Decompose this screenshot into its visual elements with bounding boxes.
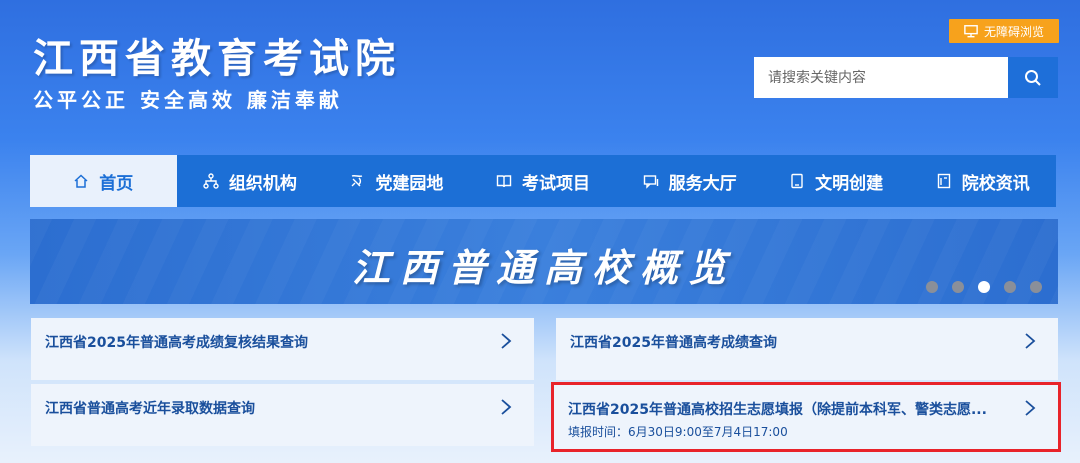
chevron-right-icon	[501, 333, 512, 349]
link-card-score-query[interactable]: 江西省2025年普通高考成绩查询	[556, 318, 1058, 380]
service-icon	[643, 175, 658, 189]
card-title: 江西省2025年普通高校招生志愿填报（除提前本科军、警类志愿...	[568, 402, 987, 418]
link-card-application-filing[interactable]: 江西省2025年普通高校招生志愿填报（除提前本科军、警类志愿... 填报时间：6…	[551, 382, 1061, 452]
nav-label: 首页	[99, 173, 134, 194]
link-card-score-review[interactable]: 江西省2025年普通高考成绩复核结果查询	[31, 318, 534, 380]
monitor-icon	[964, 25, 978, 38]
banner[interactable]: 江西普通高校概览	[30, 219, 1058, 304]
home-icon	[74, 174, 88, 188]
card-subtitle: 填报时间：6月30日9:00至7月4日17:00	[568, 425, 788, 439]
tablet-icon	[791, 173, 803, 189]
search-button[interactable]	[1008, 57, 1058, 98]
nav-item-exams[interactable]: 考试项目	[470, 155, 617, 207]
carousel-dot[interactable]	[1004, 281, 1016, 293]
card-title: 江西省2025年普通高考成绩查询	[570, 335, 777, 351]
book-icon	[496, 175, 512, 188]
card-title: 江西省普通高考近年录取数据查询	[45, 401, 255, 417]
carousel-dots	[926, 281, 1042, 293]
nav-label: 考试项目	[522, 173, 591, 194]
site-title[interactable]: 江西省教育考试院	[33, 26, 401, 84]
carousel-dot-active[interactable]	[978, 281, 990, 293]
search-box	[754, 57, 1058, 98]
accessibility-label: 无障碍浏览	[983, 24, 1044, 39]
nav-label: 党建园地	[375, 173, 444, 194]
document-icon	[937, 173, 950, 189]
site-header: 江西省教育考试院 公平公正 安全高效 廉洁奉献 无障碍浏览	[0, 0, 1080, 150]
search-icon	[1025, 69, 1041, 86]
nav-item-services[interactable]: 服务大厅	[616, 155, 763, 207]
nav-item-home[interactable]: 首页	[30, 155, 177, 207]
nav-label: 文明创建	[815, 173, 884, 194]
nav-label: 组织机构	[228, 173, 297, 194]
chevron-right-icon	[1025, 400, 1036, 416]
link-card-admission-data[interactable]: 江西省普通高考近年录取数据查询	[31, 384, 534, 446]
nav-item-party[interactable]: 党建园地	[323, 155, 470, 207]
carousel-dot[interactable]	[952, 281, 964, 293]
accessibility-button[interactable]: 无障碍浏览	[949, 19, 1059, 43]
nav-item-civilization[interactable]: 文明创建	[763, 155, 910, 207]
search-input[interactable]	[754, 57, 1008, 98]
card-title: 江西省2025年普通高考成绩复核结果查询	[45, 335, 308, 351]
carousel-dot[interactable]	[926, 281, 938, 293]
site-slogan: 公平公正 安全高效 廉洁奉献	[33, 88, 343, 112]
nav-item-colleges[interactable]: 院校资讯	[909, 155, 1056, 207]
banner-title: 江西普通高校概览	[351, 246, 736, 290]
org-chart-icon	[203, 173, 219, 189]
chevron-right-icon	[501, 399, 512, 415]
carousel-dot[interactable]	[1030, 281, 1042, 293]
main-nav: 首页 组织机构 党建园地 考试项目 服务大厅 文明创建 院校资讯	[30, 155, 1056, 207]
nav-label: 院校资讯	[961, 173, 1030, 194]
party-icon	[351, 175, 363, 187]
nav-label: 服务大厅	[668, 173, 737, 194]
chevron-right-icon	[1025, 333, 1036, 349]
nav-item-organization[interactable]: 组织机构	[177, 155, 324, 207]
